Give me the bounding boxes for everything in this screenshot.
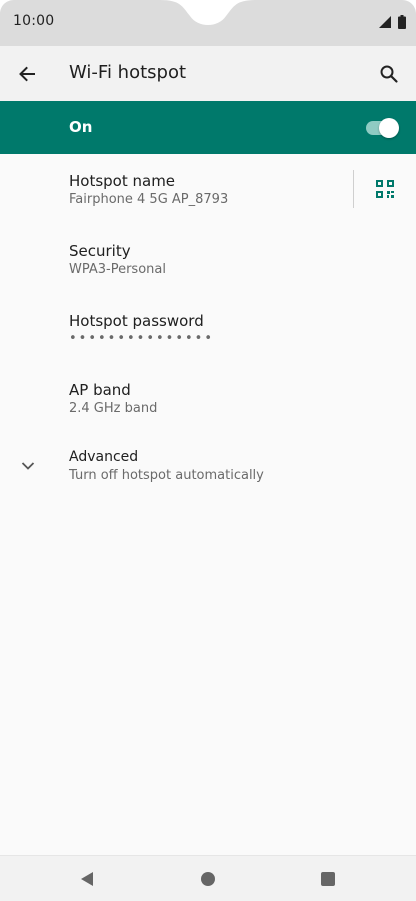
qr-code-icon: [376, 180, 394, 198]
setting-ap-band[interactable]: AP band 2.4 GHz band: [0, 364, 416, 434]
setting-summary: Turn off hotspot automatically: [69, 468, 264, 483]
setting-summary: WPA3-Personal: [69, 262, 166, 277]
qr-code-button[interactable]: [372, 176, 398, 202]
search-button[interactable]: [374, 59, 404, 89]
setting-title: Hotspot name: [69, 172, 176, 190]
hotspot-master-switch-bar[interactable]: On: [0, 101, 416, 154]
hotspot-toggle[interactable]: [366, 118, 399, 138]
system-navigation-bar: [0, 855, 416, 901]
nav-home-button[interactable]: [197, 868, 219, 890]
arrow-back-icon: [19, 66, 35, 82]
password-dots: •••••••••••••••: [69, 331, 215, 346]
screen: 10:00 Wi-Fi hotspot On Hotspot name Fair…: [0, 0, 416, 901]
setting-title: Security: [69, 242, 131, 260]
setting-summary: 2.4 GHz band: [69, 401, 158, 416]
setting-hotspot-password[interactable]: Hotspot password •••••••••••••••: [0, 294, 416, 364]
vertical-divider: [353, 170, 354, 208]
search-icon: [380, 65, 398, 83]
signal-icon: [379, 16, 391, 28]
master-switch-label: On: [69, 118, 93, 136]
status-time: 10:00: [13, 13, 55, 29]
circle-home-icon: [201, 872, 215, 886]
toggle-thumb: [379, 118, 399, 138]
page-title: Wi-Fi hotspot: [69, 62, 187, 83]
app-bar: Wi-Fi hotspot: [0, 46, 416, 101]
square-recents-icon: [321, 872, 335, 886]
triangle-back-icon: [81, 872, 93, 886]
expand-advanced-toggle[interactable]: [18, 456, 38, 476]
display-notch: [0, 0, 416, 46]
status-bar: 10:00: [0, 0, 416, 46]
setting-title: AP band: [69, 381, 131, 399]
setting-security[interactable]: Security WPA3-Personal: [0, 224, 416, 294]
nav-recents-button[interactable]: [317, 868, 339, 890]
battery-icon: [398, 15, 406, 29]
setting-advanced[interactable]: Advanced Turn off hotspot automatically: [0, 434, 416, 504]
back-button[interactable]: [12, 59, 42, 89]
chevron-down-icon: [21, 462, 35, 470]
setting-summary: Fairphone 4 5G AP_8793: [69, 192, 229, 207]
nav-back-button[interactable]: [76, 868, 98, 890]
setting-title: Advanced: [69, 449, 139, 465]
status-icons: [378, 15, 406, 29]
setting-title: Hotspot password: [69, 312, 204, 330]
